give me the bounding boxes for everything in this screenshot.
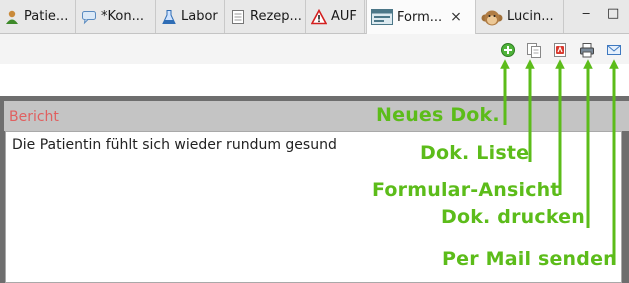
tab-lucinda[interactable]: Lucin... (477, 0, 564, 33)
tab-label: Rezep... (250, 9, 302, 24)
envelope-icon (607, 45, 621, 55)
monkey-icon (481, 9, 503, 25)
annotation-form-view: Formular-Ansicht (372, 179, 560, 201)
send-mail-button[interactable] (606, 42, 622, 58)
annotation-doc-print: Dok. drucken (441, 206, 585, 228)
document-list-button[interactable] (526, 42, 542, 58)
annotation-doc-list: Dok. Liste (420, 142, 530, 164)
header-spacer (0, 64, 629, 98)
document-icon (230, 9, 246, 25)
tab-patient[interactable]: Patie... (0, 0, 76, 33)
printer-icon (580, 43, 594, 58)
tab-rezept[interactable]: Rezep... (226, 0, 306, 33)
tab-labor[interactable]: Labor (157, 0, 225, 33)
plus-circle-icon (501, 43, 515, 57)
form-view-button[interactable] (552, 42, 568, 58)
maximize-button[interactable]: □ (607, 6, 619, 21)
warning-icon (310, 8, 328, 25)
section-title: Bericht (9, 109, 59, 125)
section-header (4, 101, 629, 131)
pdf-icon (554, 43, 566, 57)
person-icon (4, 9, 20, 25)
new-document-button[interactable] (500, 42, 516, 58)
tab-auf[interactable]: AUF (307, 0, 365, 33)
tab-konsultation[interactable]: *Kon... (77, 0, 156, 33)
close-icon[interactable]: ⨯ (450, 9, 462, 25)
flask-icon (161, 9, 177, 25)
copy-icon (527, 43, 541, 58)
minimize-button[interactable]: ‒ (582, 6, 590, 21)
tab-formular[interactable]: Form... ⨯ (366, 0, 476, 34)
tab-label: Labor (181, 9, 218, 24)
annotation-send-mail: Per Mail senden (442, 248, 617, 270)
annotation-new-doc: Neues Dok. (376, 104, 500, 126)
tab-label: *Kon... (101, 9, 144, 24)
tab-label: AUF (331, 9, 357, 24)
print-button[interactable] (579, 42, 595, 58)
form-view-icon (371, 9, 393, 25)
tab-label: Form... (397, 9, 443, 25)
tab-label: Lucin... (507, 9, 554, 24)
tab-label: Patie... (24, 9, 69, 24)
speech-bubble-icon (81, 9, 97, 25)
